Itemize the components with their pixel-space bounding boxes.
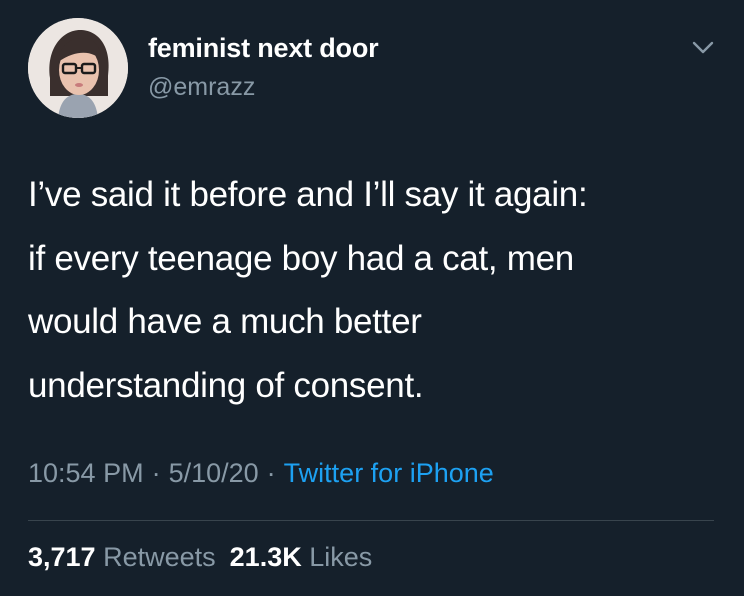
tweet-date[interactable]: 5/10/20 [169, 458, 259, 488]
separator: · [151, 458, 161, 488]
tweet-time[interactable]: 10:54 PM [28, 458, 144, 488]
tweet-metadata: 10:54 PM · 5/10/20 · Twitter for iPhone [28, 458, 494, 489]
likes-label: Likes [309, 542, 373, 572]
tweet-stats: 3,717 Retweets 21.3K Likes [28, 542, 372, 573]
retweets-count: 3,717 [28, 542, 96, 572]
likes-count: 21.3K [229, 542, 302, 572]
retweets-label: Retweets [103, 542, 216, 572]
tweet-text-line: would have a much better [28, 302, 422, 341]
user-handle[interactable]: @emrazz [148, 73, 255, 102]
tweet-text-line: understanding of consent. [28, 365, 424, 405]
retweets-stat[interactable]: 3,717 Retweets [28, 542, 216, 572]
separator: · [266, 458, 276, 488]
chevron-down-icon[interactable] [686, 32, 720, 62]
tweet-card: feminist next door @emrazz I’ve said it … [0, 0, 744, 596]
tweet-text-line: I’ve said it before and I’ll say it agai… [28, 175, 588, 214]
avatar[interactable] [28, 18, 128, 118]
tweet-text-line: if every teenage boy had a cat, men [28, 238, 574, 278]
tweet-text: I’ve said it before and I’ll say it agai… [28, 163, 718, 417]
tweet-source-link[interactable]: Twitter for iPhone [284, 458, 494, 488]
avatar-image [28, 18, 128, 118]
divider [28, 520, 714, 521]
likes-stat[interactable]: 21.3K Likes [230, 542, 373, 572]
display-name[interactable]: feminist next door [148, 33, 379, 64]
